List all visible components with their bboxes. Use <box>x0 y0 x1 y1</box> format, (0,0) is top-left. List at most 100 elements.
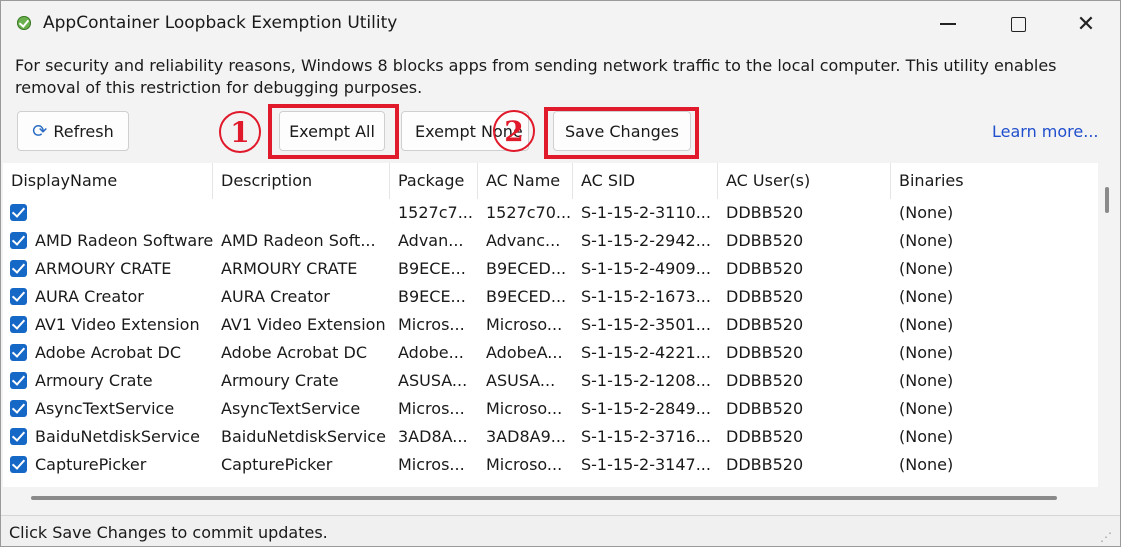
binaries-cell: (None) <box>899 427 954 446</box>
column-header-binaries[interactable]: Binaries <box>891 163 1098 199</box>
ac-user-cell: DDBB520 <box>726 287 804 306</box>
description-cell: AsyncTextService <box>221 399 361 418</box>
close-button[interactable]: ✕ <box>1051 1 1120 47</box>
description-cell: AMD Radeon Soft... <box>221 231 376 250</box>
step-2-marker: 2 <box>493 110 535 152</box>
vertical-scrollbar[interactable] <box>1105 187 1109 213</box>
binaries-cell: (None) <box>899 203 954 222</box>
ac-name-cell: Microso... <box>486 455 563 474</box>
table-row[interactable]: Armoury Crate Armoury Crate ASUSA... ASUSA.… <box>3 367 1098 395</box>
exempt-checkbox[interactable] <box>10 456 27 473</box>
displayname-cell: CapturePicker <box>3 451 213 479</box>
table-row[interactable]: CapturePicker CapturePicker Micros... Micro… <box>3 451 1098 479</box>
table-row[interactable]: AURA Creator AURA Creator B9ECE... B9ECED..… <box>3 283 1098 311</box>
ac-user-cell: DDBB520 <box>726 343 804 362</box>
ac-name-cell: AdobeA... <box>486 343 563 362</box>
package-cell: Micros... <box>398 399 465 418</box>
ac-user-cell: DDBB520 <box>726 259 804 278</box>
package-cell: B9ECE... <box>398 259 466 278</box>
exempt-checkbox[interactable] <box>10 344 27 361</box>
ac-name-cell: 3AD8A9... <box>486 427 567 446</box>
displayname-cell <box>3 199 213 227</box>
package-cell: Micros... <box>398 455 465 474</box>
exempt-checkbox[interactable] <box>10 232 27 249</box>
column-header-description[interactable]: Description <box>213 163 390 199</box>
exempt-checkbox[interactable] <box>10 316 27 333</box>
ac-name-cell: B9ECED... <box>486 259 567 278</box>
package-cell: ASUSA... <box>398 371 468 390</box>
title-bar[interactable]: AppContainer Loopback Exemption Utility … <box>1 1 1120 47</box>
table-row[interactable]: AMD Radeon Software AMD Radeon Soft... Adv… <box>3 227 1098 255</box>
description-cell: Armoury Crate <box>221 371 339 390</box>
package-cell: Advan... <box>398 231 464 250</box>
description-cell: AV1 Video Extension <box>221 315 386 334</box>
highlight-box-save-changes <box>544 107 699 159</box>
app-list[interactable]: DisplayName Description Package AC Name … <box>3 163 1098 487</box>
binaries-cell: (None) <box>899 259 954 278</box>
resize-grip-icon[interactable]: ⋰ <box>1100 530 1114 544</box>
column-header-ac-name[interactable]: AC Name <box>478 163 573 199</box>
refresh-button[interactable]: ⟳ Refresh <box>17 111 129 151</box>
status-bar: Click Save Changes to commit updates. ⋰ <box>1 515 1120 546</box>
displayname-text: AURA Creator <box>35 287 144 306</box>
app-window: AppContainer Loopback Exemption Utility … <box>0 0 1121 547</box>
package-cell: 3AD8A... <box>398 427 468 446</box>
ac-user-cell: DDBB520 <box>726 371 804 390</box>
exempt-checkbox[interactable] <box>10 288 27 305</box>
displayname-text: AMD Radeon Software <box>35 231 213 250</box>
refresh-icon: ⟳ <box>32 120 48 142</box>
displayname-text: AsyncTextService <box>35 399 175 418</box>
learn-more-link[interactable]: Learn more... <box>992 122 1099 141</box>
ac-name-cell: Microso... <box>486 399 563 418</box>
table-row[interactable]: 1527c7... 1527c70... S-1-15-2-3110... DDBB5… <box>3 199 1098 227</box>
displayname-cell: Adobe Acrobat DC <box>3 339 213 367</box>
minimize-button[interactable] <box>913 1 983 47</box>
exempt-checkbox[interactable] <box>10 372 27 389</box>
column-header-displayname[interactable]: DisplayName <box>3 163 213 199</box>
maximize-icon <box>1010 16 1026 32</box>
exempt-checkbox[interactable] <box>10 260 27 277</box>
ac-name-cell: Advanc... <box>486 231 561 250</box>
exempt-checkbox[interactable] <box>10 400 27 417</box>
displayname-text: Armoury Crate <box>35 371 153 390</box>
column-header-package[interactable]: Package <box>390 163 478 199</box>
ac-sid-cell: S-1-15-2-3716... <box>581 427 711 446</box>
binaries-cell: (None) <box>899 371 954 390</box>
displayname-text: Adobe Acrobat DC <box>35 343 181 362</box>
list-header: DisplayName Description Package AC Name … <box>3 163 1098 199</box>
table-row[interactable]: Adobe Acrobat DC Adobe Acrobat DC Adobe...… <box>3 339 1098 367</box>
binaries-cell: (None) <box>899 455 954 474</box>
ac-user-cell: DDBB520 <box>726 399 804 418</box>
table-row[interactable]: ARMOURY CRATE ARMOURY CRATE B9ECE... B9ECED… <box>3 255 1098 283</box>
displayname-text: ARMOURY CRATE <box>35 259 172 278</box>
description-cell: Adobe Acrobat DC <box>221 343 367 362</box>
column-header-ac-sid[interactable]: AC SID <box>573 163 718 199</box>
ac-user-cell: DDBB520 <box>726 315 804 334</box>
close-icon: ✕ <box>1076 11 1096 37</box>
table-row[interactable]: AsyncTextService AsyncTextService Micros..… <box>3 395 1098 423</box>
app-check-icon <box>17 16 31 30</box>
ac-user-cell: DDBB520 <box>726 427 804 446</box>
exempt-checkbox[interactable] <box>10 204 27 221</box>
table-row[interactable]: AV1 Video Extension AV1 Video Extension Mi… <box>3 311 1098 339</box>
displayname-text: CapturePicker <box>35 455 147 474</box>
ac-sid-cell: S-1-15-2-4909... <box>581 259 711 278</box>
ac-sid-cell: S-1-15-2-3501... <box>581 315 711 334</box>
description-text: For security and reliability reasons, Wi… <box>15 56 1057 97</box>
window-title: AppContainer Loopback Exemption Utility <box>43 13 398 33</box>
description-cell: AURA Creator <box>221 287 330 306</box>
description-cell: CapturePicker <box>221 455 333 474</box>
ac-sid-cell: S-1-15-2-4221... <box>581 343 711 362</box>
ac-sid-cell: S-1-15-2-1208... <box>581 371 711 390</box>
ac-sid-cell: S-1-15-2-2942... <box>581 231 711 250</box>
displayname-cell: ARMOURY CRATE <box>3 255 213 283</box>
ac-name-cell: 1527c70... <box>486 203 572 222</box>
table-row[interactable]: BaiduNetdiskService BaiduNetdiskService 3A… <box>3 423 1098 451</box>
maximize-button[interactable] <box>983 1 1053 47</box>
horizontal-scrollbar[interactable] <box>31 496 1057 500</box>
column-header-ac-users[interactable]: AC User(s) <box>718 163 891 199</box>
step-1-marker: 1 <box>219 111 261 153</box>
description-cell: ARMOURY CRATE <box>221 259 358 278</box>
ac-sid-cell: S-1-15-2-3147... <box>581 455 711 474</box>
exempt-checkbox[interactable] <box>10 428 27 445</box>
